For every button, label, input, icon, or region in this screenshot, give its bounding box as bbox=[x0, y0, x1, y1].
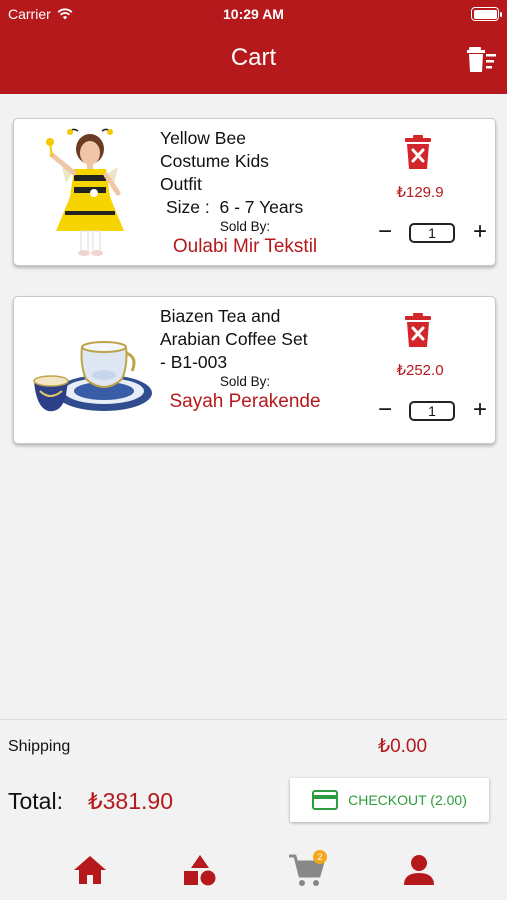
checkout-button[interactable]: CHECKOUT (2.00) bbox=[290, 778, 489, 822]
status-bar: Carrier 10:29 AM bbox=[0, 0, 507, 28]
decrease-quantity-button[interactable]: − bbox=[374, 220, 396, 245]
product-image-tea-set[interactable] bbox=[32, 305, 152, 435]
seller-name[interactable]: Sayah Perakende bbox=[160, 390, 330, 414]
status-time: 10:29 AM bbox=[223, 6, 284, 22]
item-price: ₺129.9 bbox=[396, 184, 444, 201]
total-label: Total: bbox=[8, 788, 63, 814]
categories-icon bbox=[184, 855, 216, 886]
tab-profile[interactable] bbox=[389, 850, 449, 890]
size-value: 6 - 7 Years bbox=[219, 197, 304, 217]
total-value: ₺381.90 bbox=[88, 788, 173, 814]
quantity-field[interactable]: 1 bbox=[409, 401, 455, 421]
cart-item: Biazen Tea and Arabian Coffee Set - B1-0… bbox=[13, 296, 496, 444]
quantity-stepper: − 1 + bbox=[374, 220, 494, 245]
cart-item: Yellow Bee Costume Kids Outfit Size : 6 … bbox=[13, 118, 496, 266]
item-name-line: Biazen Tea and bbox=[160, 306, 281, 326]
increase-quantity-button[interactable]: + bbox=[469, 398, 491, 423]
shipping-label: Shipping bbox=[8, 738, 71, 755]
order-summary: Shipping ₺0.00 Total: ₺381.90 CHECKOUT (… bbox=[0, 719, 507, 837]
sold-by-label: Sold By: bbox=[219, 219, 271, 234]
checkout-label: CHECKOUT (2.00) bbox=[348, 792, 467, 808]
item-name-line: Costume Kids bbox=[160, 151, 269, 171]
tab-cart[interactable]: 2 bbox=[277, 850, 337, 890]
shipping-value: ₺0.00 bbox=[378, 736, 428, 757]
item-controls: ₺129.9 − 1 + bbox=[366, 135, 494, 255]
item-name[interactable]: Biazen Tea and Arabian Coffee Set - B1-0… bbox=[160, 305, 400, 374]
tab-home[interactable] bbox=[60, 850, 120, 890]
item-name-line: Arabian Coffee Set bbox=[160, 329, 308, 349]
cart-badge: 2 bbox=[313, 850, 327, 864]
page-title: Cart bbox=[230, 44, 277, 71]
sold-by-label: Sold By: bbox=[219, 374, 271, 389]
seller-name[interactable]: Oulabi Mir Tekstil bbox=[160, 235, 330, 259]
item-size: Size : 6 - 7 Years bbox=[166, 196, 400, 219]
quantity-field[interactable]: 1 bbox=[409, 223, 455, 243]
credit-card-icon bbox=[312, 790, 339, 810]
tab-bar: 2 bbox=[0, 838, 507, 900]
battery-icon bbox=[471, 7, 502, 21]
item-name[interactable]: Yellow Bee Costume Kids Outfit bbox=[160, 127, 400, 196]
tab-categories[interactable] bbox=[170, 850, 230, 890]
size-label: Size : bbox=[166, 197, 210, 217]
app-header: Carrier 10:29 AM Cart bbox=[0, 0, 507, 94]
profile-icon bbox=[404, 855, 434, 885]
decrease-quantity-button[interactable]: − bbox=[374, 398, 396, 423]
item-info: Biazen Tea and Arabian Coffee Set - B1-0… bbox=[160, 305, 400, 414]
item-name-line: - B1-003 bbox=[160, 352, 228, 372]
item-name-line: Outfit bbox=[160, 174, 202, 194]
item-info: Yellow Bee Costume Kids Outfit Size : 6 … bbox=[160, 127, 400, 259]
quantity-stepper: − 1 + bbox=[374, 398, 494, 423]
item-price: ₺252.0 bbox=[396, 362, 444, 379]
item-controls: ₺252.0 − 1 + bbox=[366, 313, 494, 433]
trash-icon[interactable] bbox=[404, 313, 432, 347]
product-image-bee-costume[interactable] bbox=[32, 127, 152, 257]
clear-cart-icon[interactable] bbox=[467, 46, 497, 74]
trash-icon[interactable] bbox=[404, 135, 432, 169]
home-icon bbox=[74, 856, 106, 884]
item-name-line: Yellow Bee bbox=[160, 128, 246, 148]
increase-quantity-button[interactable]: + bbox=[469, 220, 491, 245]
